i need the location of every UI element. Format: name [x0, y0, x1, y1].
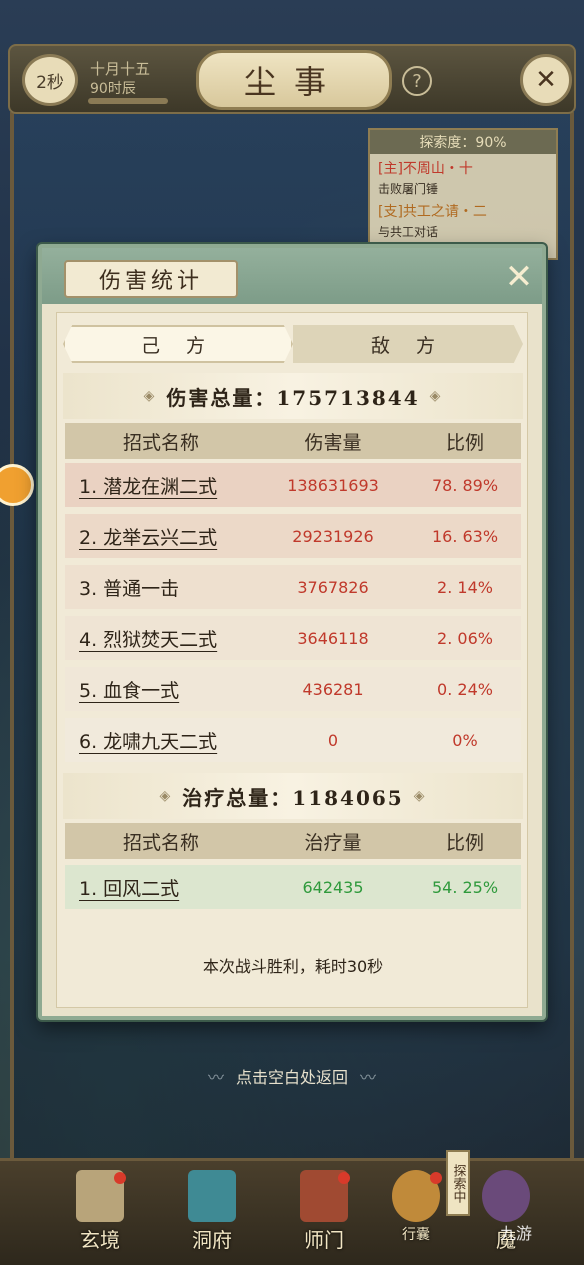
skill-link[interactable]: 2. 龙举云兴二式 — [65, 523, 257, 550]
modal-title: 伤害统计 — [64, 260, 238, 298]
quest-panel[interactable]: 探索度：90% [主]不周山・十 击败屠门锤 [支]共工之请・二 与共工对话 — [368, 128, 558, 260]
col-ratio: 比例 — [445, 831, 484, 854]
nav-label: 玄境 — [80, 1228, 120, 1252]
damage-value: 29231926 — [292, 526, 374, 546]
skill-link[interactable]: 4. 烈狱焚天二式 — [65, 625, 257, 652]
ornament-icon: ◈ — [159, 788, 173, 804]
damage-value: 0 — [327, 730, 339, 750]
damage-stats-modal: 伤害统计 ✕ 己 方 敌 方 ◈ 伤害总量：175713844 ◈ 招式名称 伤… — [38, 244, 546, 1020]
heal-total-header: ◈ 治疗总量：1184065 ◈ — [63, 773, 523, 819]
scene-title: 尘事 — [196, 50, 392, 110]
damage-table-header: 招式名称 伤害量 比例 — [65, 423, 521, 459]
time-progress-bar — [88, 98, 168, 104]
battle-result: 本次战斗胜利，耗时30秒 — [202, 957, 384, 976]
heal-table-header: 招式名称 治疗量 比例 — [65, 823, 521, 859]
ornament-icon: ◈ — [143, 388, 157, 404]
nav-label: 行囊 — [402, 1227, 430, 1243]
close-icon[interactable]: ✕ — [502, 260, 536, 294]
skill-link[interactable]: 6. 龙啸九天二式 — [65, 727, 257, 754]
notification-dot — [338, 1172, 350, 1184]
col-skill-name: 招式名称 — [122, 831, 199, 854]
damage-ratio: 2. 06% — [437, 628, 493, 648]
col-damage: 伤害量 — [304, 431, 362, 454]
heal-total-label: 治疗总量：1184065 — [182, 785, 404, 810]
damage-ratio: 2. 14% — [437, 577, 493, 597]
damage-value: 3767826 — [297, 577, 369, 597]
nav-dongfu[interactable]: 洞府 — [172, 1170, 252, 1260]
damage-row: 4. 烈狱焚天二式 3646118 2. 06% — [65, 616, 521, 660]
damage-row: 3. 普通一击 3767826 2. 14% — [65, 565, 521, 609]
side-quest-title[interactable]: [支]共工之请・二 — [370, 197, 556, 221]
modal-content: 己 方 敌 方 ◈ 伤害总量：175713844 ◈ 招式名称 伤害量 比例 1… — [56, 312, 528, 1008]
main-quest-title[interactable]: [主]不周山・十 — [370, 154, 556, 178]
col-skill-name: 招式名称 — [122, 431, 199, 454]
timer-badge: 2秒 — [22, 54, 78, 106]
explore-progress: 探索度：90% — [370, 130, 556, 154]
damage-ratio: 16. 63% — [431, 526, 499, 546]
damage-value: 3646118 — [297, 628, 369, 648]
notification-dot — [114, 1172, 126, 1184]
damage-row: 2. 龙举云兴二式 29231926 16. 63% — [65, 514, 521, 558]
tab-own-side[interactable]: 己 方 — [63, 325, 293, 363]
skill-name: 3. 普通一击 — [79, 577, 180, 600]
skill-link[interactable]: 5. 血食一式 — [65, 676, 257, 703]
heal-row: 1. 回风二式 642435 54. 25% — [65, 865, 521, 909]
heal-ratio: 54. 25% — [431, 877, 499, 897]
nav-xuanjing[interactable]: 玄境 — [60, 1170, 140, 1260]
ornament-icon: ◈ — [429, 388, 443, 404]
nav-label: 师门 — [304, 1228, 344, 1252]
nav-xingnang[interactable]: 行囊 — [376, 1170, 456, 1260]
main-quest-desc: 击败屠门锤 — [378, 182, 439, 196]
damage-ratio: 0. 24% — [437, 679, 493, 699]
avatar — [482, 1170, 530, 1222]
skill-link[interactable]: 1. 潜龙在渊二式 — [65, 472, 257, 499]
damage-value: 138631693 — [287, 475, 379, 495]
heal-value: 642435 — [302, 877, 364, 897]
return-hint-label: 点击空白处返回 — [235, 1068, 348, 1087]
return-hint[interactable]: 〰点击空白处返回〰 — [0, 1064, 584, 1088]
damage-ratio: 0% — [452, 730, 478, 750]
skill-link[interactable]: 1. 回风二式 — [65, 874, 257, 901]
nav-mo[interactable]: 魔 — [466, 1170, 546, 1260]
ornament-icon: 〰 — [207, 1068, 224, 1087]
tab-enemy-side[interactable]: 敌 方 — [293, 325, 523, 363]
damage-row: 6. 龙啸九天二式 0 0% — [65, 718, 521, 762]
damage-total-label: 伤害总量：175713844 — [166, 385, 420, 410]
nav-shimen[interactable]: 师门 — [284, 1170, 364, 1260]
game-time: 90时辰 — [90, 81, 136, 97]
watermark: 九游 — [500, 1224, 533, 1243]
side-tabs: 己 方 敌 方 — [63, 325, 523, 363]
damage-row: 5. 血食一式 436281 0. 24% — [65, 667, 521, 711]
crossed-swords-icon[interactable]: ✕ — [520, 54, 572, 106]
col-ratio: 比例 — [445, 431, 484, 454]
damage-total-header: ◈ 伤害总量：175713844 ◈ — [63, 373, 523, 419]
help-button[interactable]: ? — [402, 66, 432, 96]
damage-ratio: 78. 89% — [431, 475, 499, 495]
ornament-icon: 〰 — [360, 1068, 377, 1087]
ornament-icon: ◈ — [413, 788, 427, 804]
col-heal: 治疗量 — [304, 831, 362, 854]
side-quest-desc: 与共工对话 — [378, 225, 439, 239]
nav-label: 洞府 — [192, 1228, 232, 1252]
pavilion-icon — [188, 1170, 236, 1222]
damage-value: 436281 — [302, 679, 364, 699]
notification-dot — [430, 1172, 442, 1184]
game-date: 十月十五 — [90, 60, 151, 78]
damage-row: 1. 潜龙在渊二式 138631693 78. 89% — [65, 463, 521, 507]
